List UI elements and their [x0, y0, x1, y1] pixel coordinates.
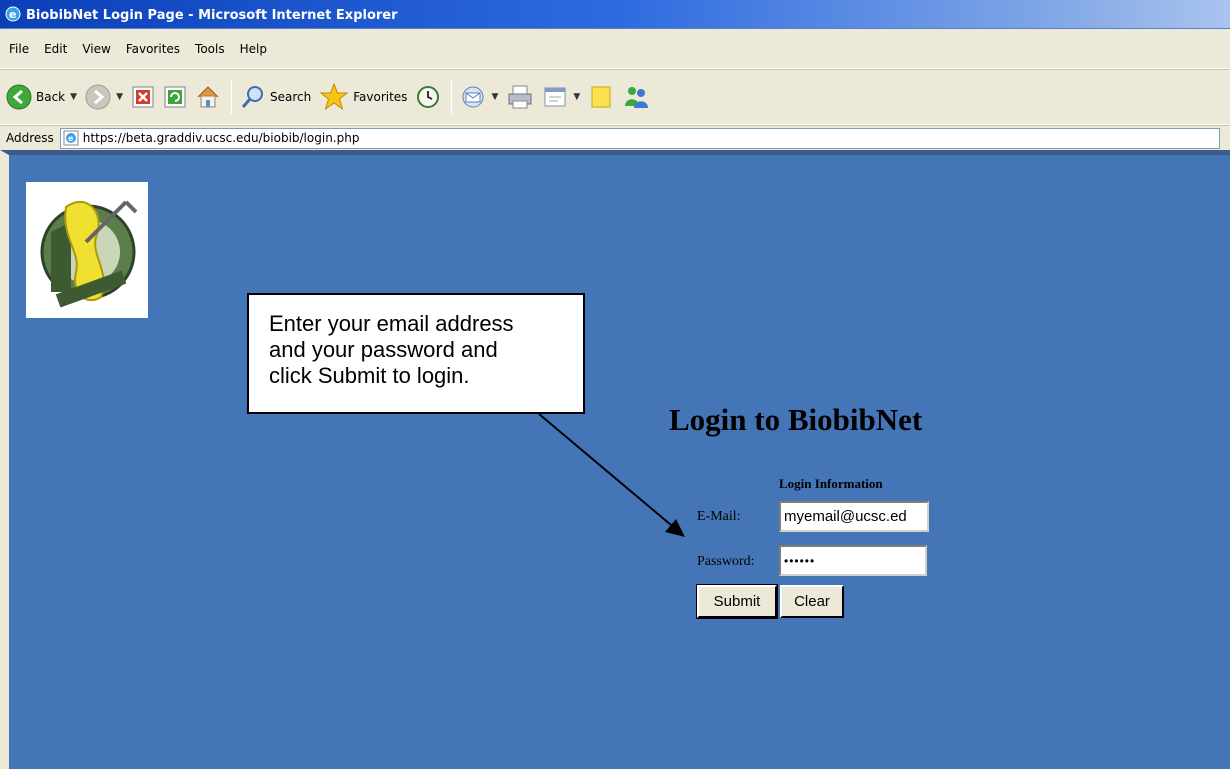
search-button[interactable]: Search — [240, 84, 311, 110]
home-icon — [197, 86, 219, 108]
refresh-icon — [164, 86, 186, 108]
email-field[interactable]: myemail@ucsc.ed — [779, 501, 929, 532]
history-button[interactable] — [415, 84, 441, 110]
email-label: E-Mail: — [697, 509, 741, 524]
stop-button[interactable] — [131, 85, 155, 109]
toolbar-separator — [230, 80, 232, 114]
menu-tools[interactable]: Tools — [195, 42, 225, 56]
section-heading: Login Information — [779, 476, 883, 491]
menu-help[interactable]: Help — [240, 42, 267, 56]
ie-icon: e — [5, 6, 21, 22]
svg-text:e: e — [68, 134, 74, 143]
home-button[interactable] — [195, 84, 221, 110]
search-label: Search — [269, 90, 312, 104]
page-icon: e — [63, 130, 79, 146]
back-label: Back — [36, 90, 66, 104]
menu-bar: File Edit View Favorites Tools Help — [0, 29, 1230, 69]
search-icon — [241, 86, 263, 108]
edit-icon — [544, 87, 566, 107]
toolbar: Back ▼ ▼ Search Favorites ▼ ▼ — [0, 69, 1230, 125]
address-input[interactable]: e https://beta.graddiv.ucsc.edu/biobib/l… — [59, 127, 1220, 149]
chevron-down-icon[interactable]: ▼ — [491, 92, 498, 102]
back-button[interactable]: Back ▼ — [6, 84, 77, 110]
back-icon — [6, 84, 32, 110]
messenger-button[interactable] — [622, 84, 650, 110]
favorites-label: Favorites — [353, 90, 408, 104]
chevron-down-icon[interactable]: ▼ — [116, 92, 123, 102]
svg-text:e: e — [9, 8, 16, 21]
print-icon — [508, 85, 532, 109]
chevron-down-icon[interactable]: ▼ — [573, 92, 580, 102]
chevron-down-icon[interactable]: ▼ — [70, 92, 77, 102]
mail-icon — [462, 86, 484, 108]
address-url: https://beta.graddiv.ucsc.edu/biobib/log… — [82, 131, 360, 145]
refresh-button[interactable] — [163, 85, 187, 109]
page-title: Login to BiobibNet — [669, 402, 923, 437]
favorites-icon — [319, 82, 349, 111]
toolbar-separator — [451, 80, 453, 114]
stop-icon — [132, 86, 154, 108]
address-bar: Address e https://beta.graddiv.ucsc.edu/… — [0, 125, 1230, 150]
password-field[interactable]: •••••• — [779, 545, 927, 576]
history-icon — [417, 86, 440, 108]
menu-edit[interactable]: Edit — [44, 42, 67, 56]
edit-button[interactable]: ▼ — [542, 84, 580, 110]
favorites-button[interactable]: Favorites — [319, 82, 407, 112]
address-label: Address — [6, 131, 54, 145]
menu-file[interactable]: File — [9, 42, 29, 56]
forward-button[interactable]: ▼ — [85, 84, 123, 110]
clear-button[interactable]: Clear — [780, 585, 844, 618]
password-label: Password: — [697, 554, 755, 569]
menu-view[interactable]: View — [82, 42, 110, 56]
forward-icon — [85, 84, 111, 110]
callout-arrow — [538, 413, 685, 537]
window-title: BiobibNet Login Page - Microsoft Interne… — [26, 7, 398, 23]
mail-button[interactable]: ▼ — [460, 84, 498, 110]
window-title-bar[interactable]: e BiobibNet Login Page - Microsoft Inter… — [0, 0, 1230, 29]
menu-favorites[interactable]: Favorites — [126, 42, 180, 56]
page-content: Enter your email address and your passwo… — [0, 150, 1230, 769]
messenger-icon — [625, 87, 649, 108]
notes-button[interactable] — [588, 84, 614, 110]
submit-button[interactable]: Submit — [696, 584, 778, 619]
notes-icon — [591, 86, 611, 108]
print-button[interactable] — [506, 84, 534, 110]
